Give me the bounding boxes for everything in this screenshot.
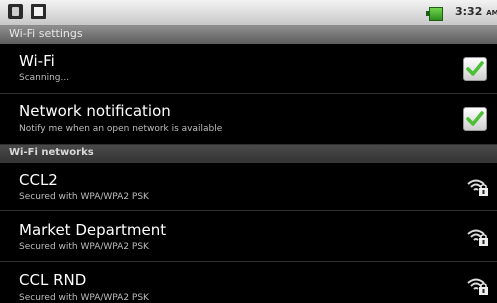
sd-card-icon — [31, 4, 46, 19]
notification-checkbox[interactable] — [463, 107, 487, 131]
battery-icon — [426, 7, 443, 21]
wifi-lock-icon — [467, 179, 488, 196]
network-name: CCL RND — [19, 271, 87, 289]
status-time: 3:32 AM — [455, 5, 497, 18]
network-notification-row[interactable]: Network notification Notify me when an o… — [0, 94, 497, 145]
network-name: Market Department — [19, 221, 167, 239]
network-row-ccl-rnd[interactable]: CCL RND Secured with WPA/WPA2 PSK — [0, 262, 497, 303]
status-bar: 3:32 AM — [0, 0, 497, 26]
notification-title: Network notification — [19, 102, 171, 120]
network-name: CCL2 — [19, 171, 58, 189]
wifi-title: Wi-Fi — [19, 52, 55, 70]
network-row-market-department[interactable]: Market Department Secured with WPA/WPA2 … — [0, 211, 497, 262]
network-security: Secured with WPA/WPA2 PSK — [19, 293, 149, 303]
checkmark-icon — [466, 61, 484, 76]
wifi-checkbox[interactable] — [463, 57, 487, 81]
wifi-status: Scanning... — [19, 73, 70, 83]
section-title: Wi-Fi networks — [9, 147, 94, 158]
checkmark-icon — [466, 111, 484, 126]
notification-subtitle: Notify me when an open network is availa… — [19, 124, 223, 134]
wifi-lock-icon — [467, 229, 488, 246]
wifi-toggle-row[interactable]: Wi-Fi Scanning... — [0, 44, 497, 94]
network-security: Secured with WPA/WPA2 PSK — [19, 242, 149, 252]
time-text: 3:32 — [455, 5, 483, 18]
title-bar: Wi-Fi settings — [0, 26, 497, 44]
page-title: Wi-Fi settings — [9, 27, 83, 40]
wifi-networks-header: Wi-Fi networks — [0, 145, 497, 163]
wifi-lock-icon — [467, 278, 488, 295]
network-security: Secured with WPA/WPA2 PSK — [19, 192, 149, 202]
time-ampm: AM — [486, 9, 497, 17]
usb-icon — [8, 4, 23, 19]
network-row-ccl2[interactable]: CCL2 Secured with WPA/WPA2 PSK — [0, 163, 497, 211]
